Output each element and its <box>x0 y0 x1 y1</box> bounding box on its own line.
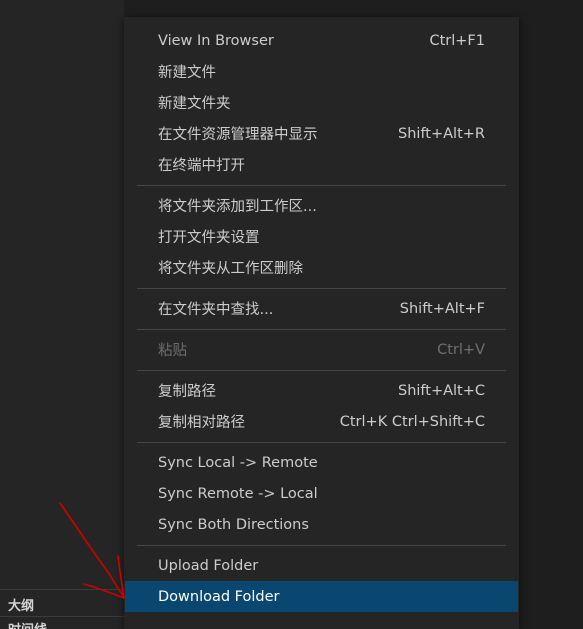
menu-item-label: 将文件夹添加到工作区... <box>158 199 317 215</box>
menu-item-label: 粘贴 <box>158 343 187 359</box>
menu-item-shortcut: Ctrl+V <box>437 341 485 358</box>
menu-item-sync-remote-to-local[interactable]: Sync Remote -> Local <box>125 478 518 509</box>
menu-item-paste: 粘贴 Ctrl+V <box>125 334 518 365</box>
menu-item-label: View In Browser <box>158 32 274 49</box>
outline-section-header[interactable]: 大纲 <box>0 589 124 617</box>
menu-item-label: Sync Both Directions <box>158 516 309 533</box>
menu-item-view-in-browser[interactable]: View In Browser Ctrl+F1 <box>125 25 518 56</box>
menu-item-find-in-folder[interactable]: 在文件夹中查找... Shift+Alt+F <box>125 293 518 324</box>
menu-item-upload-folder[interactable]: Upload Folder <box>125 550 518 581</box>
menu-separator <box>137 329 506 330</box>
menu-item-remove-folder-from-workspace[interactable]: 将文件夹从工作区删除 <box>125 252 518 283</box>
menu-item-label: Download Folder <box>158 588 280 605</box>
menu-item-shortcut: Ctrl+K Ctrl+Shift+C <box>339 413 485 430</box>
menu-item-label: 新建文件 <box>158 65 216 81</box>
menu-item-shortcut: Shift+Alt+F <box>399 300 485 317</box>
menu-item-label: 将文件夹从工作区删除 <box>158 261 303 277</box>
menu-item-shortcut: Shift+Alt+C <box>397 382 485 399</box>
explorer-sidebar: 大纲 时间线 <box>0 0 124 629</box>
menu-item-open-folder-settings[interactable]: 打开文件夹设置 <box>125 221 518 252</box>
menu-item-label: 复制相对路径 <box>158 415 245 431</box>
menu-item-sync-local-to-remote[interactable]: Sync Local -> Remote <box>125 447 518 478</box>
menu-separator <box>137 370 506 371</box>
menu-item-download-folder[interactable]: Download Folder <box>125 581 518 612</box>
menu-separator <box>137 545 506 546</box>
menu-separator <box>137 288 506 289</box>
menu-item-sync-both-directions[interactable]: Sync Both Directions <box>125 509 518 540</box>
menu-item-copy-path[interactable]: 复制路径 Shift+Alt+C <box>125 375 518 406</box>
menu-item-label: Sync Local -> Remote <box>158 454 318 471</box>
menu-item-new-folder[interactable]: 新建文件夹 <box>125 87 518 118</box>
menu-item-label: Sync Remote -> Local <box>158 485 318 502</box>
menu-item-new-file[interactable]: 新建文件 <box>125 56 518 87</box>
menu-item-shortcut: Ctrl+F1 <box>429 32 485 49</box>
timeline-section-header[interactable]: 时间线 <box>0 616 124 629</box>
menu-item-reveal-in-explorer[interactable]: 在文件资源管理器中显示 Shift+Alt+R <box>125 118 518 149</box>
timeline-label: 时间线 <box>8 619 47 629</box>
outline-label: 大纲 <box>8 599 35 614</box>
menu-item-copy-relative-path[interactable]: 复制相对路径 Ctrl+K Ctrl+Shift+C <box>125 406 518 437</box>
menu-item-label: 在文件夹中查找... <box>158 302 274 318</box>
folder-context-menu: View In Browser Ctrl+F1 新建文件 新建文件夹 在文件资源… <box>124 17 519 629</box>
menu-item-label: Upload Folder <box>158 557 259 574</box>
vscode-window: 大纲 时间线 View In Browser Ctrl+F1 新建文件 新建文件… <box>0 0 583 629</box>
menu-item-shortcut: Shift+Alt+R <box>398 125 485 142</box>
menu-separator <box>137 442 506 443</box>
menu-item-label: 复制路径 <box>158 384 216 400</box>
menu-item-add-folder-to-workspace[interactable]: 将文件夹添加到工作区... <box>125 190 518 221</box>
menu-item-label: 新建文件夹 <box>158 96 231 112</box>
menu-item-open-in-terminal[interactable]: 在终端中打开 <box>125 149 518 180</box>
menu-separator <box>137 185 506 186</box>
menu-item-label: 打开文件夹设置 <box>158 230 260 246</box>
menu-item-label: 在终端中打开 <box>158 158 245 174</box>
menu-item-label: 在文件资源管理器中显示 <box>158 127 318 143</box>
